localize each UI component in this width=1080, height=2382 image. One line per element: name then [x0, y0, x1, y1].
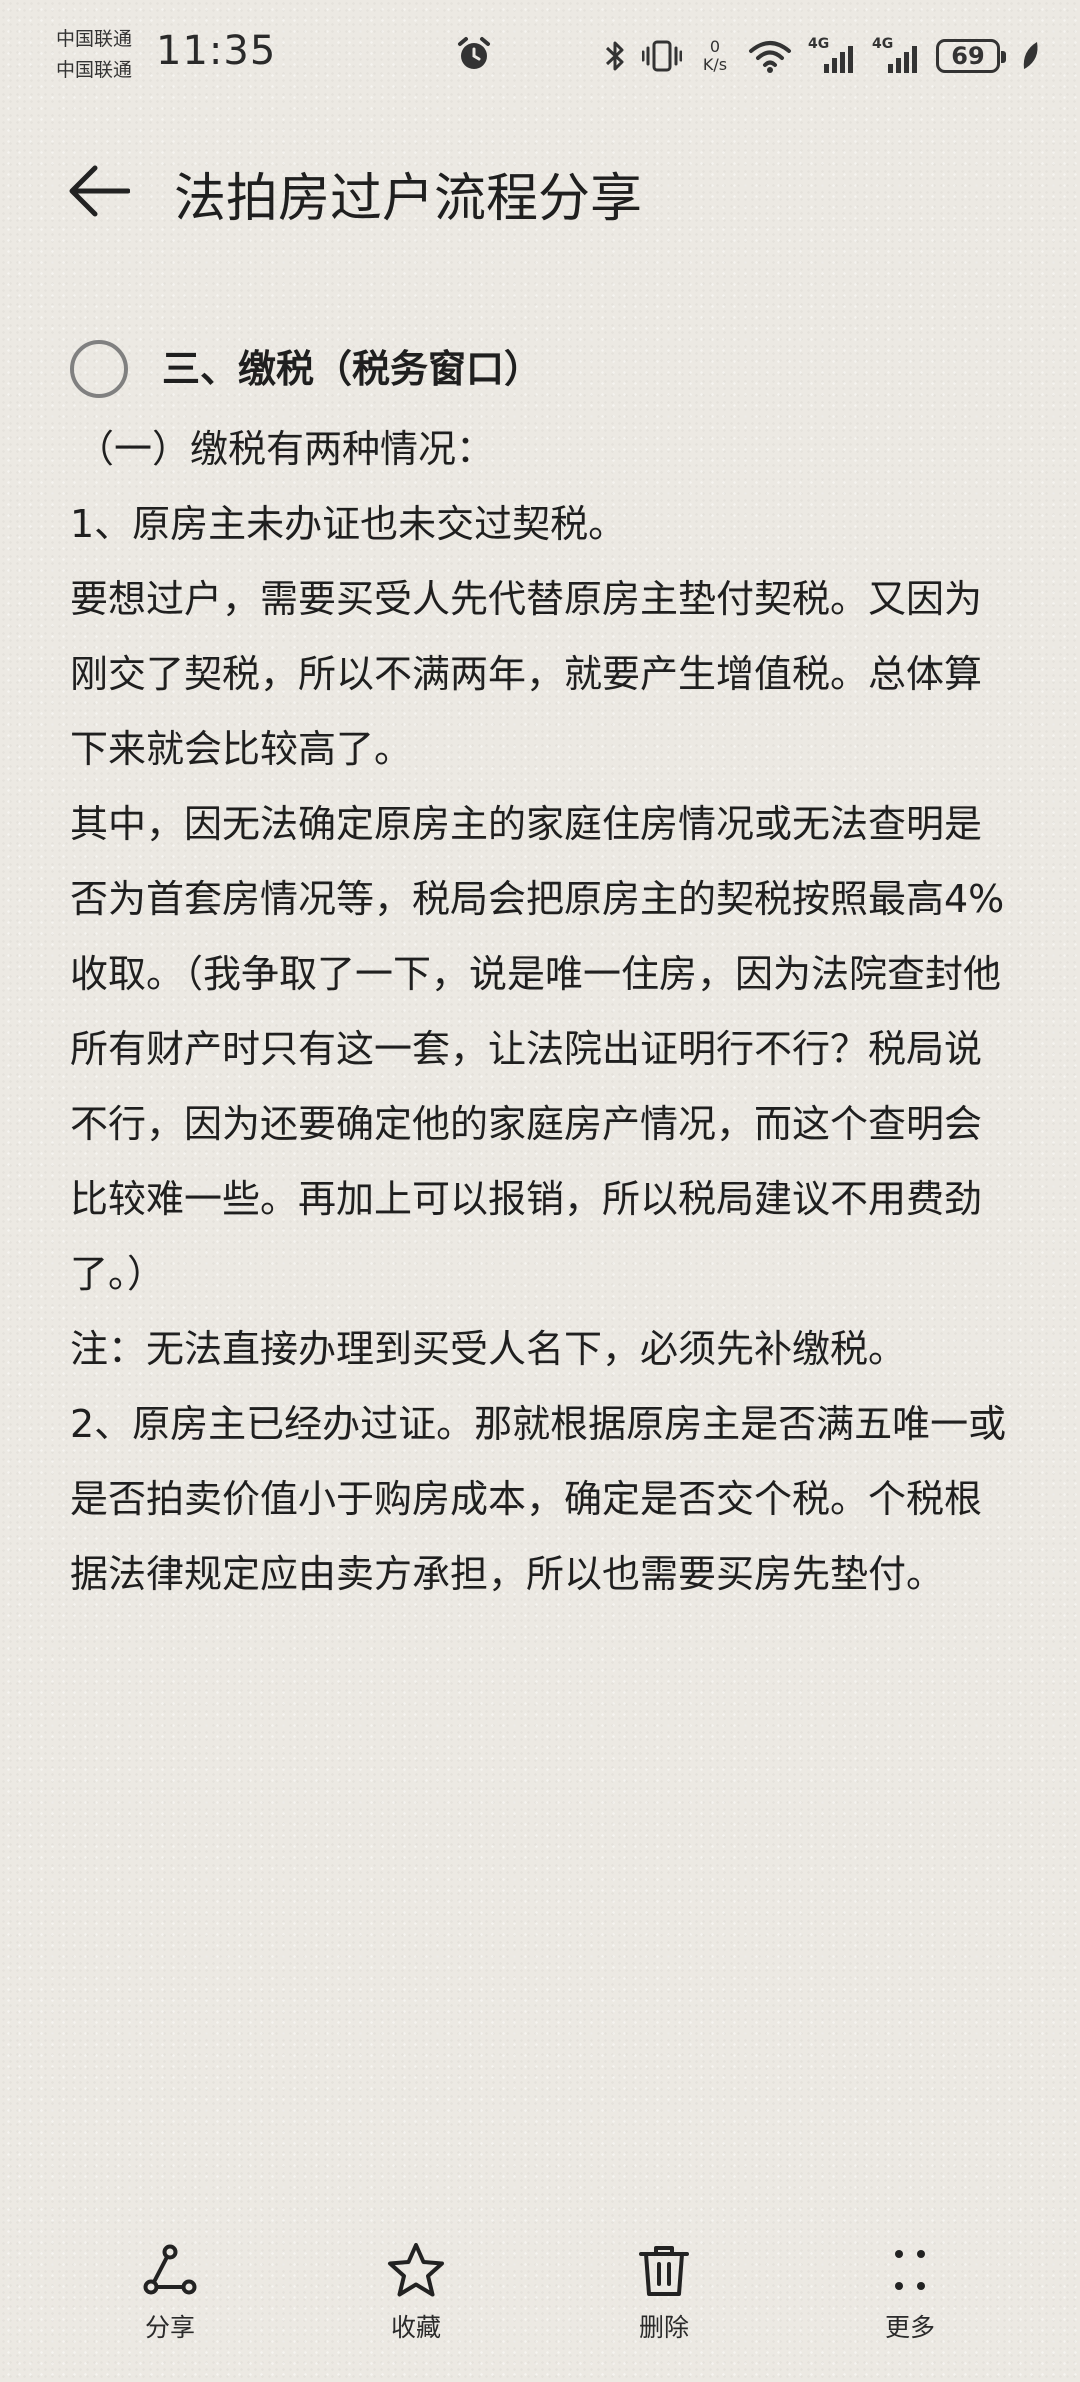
trash-icon: [639, 2246, 689, 2296]
app-header: 法拍房过户流程分享: [0, 130, 1080, 250]
more-label: 更多: [884, 2313, 935, 2342]
paragraph: 要想过户，需要买受人先代替原房主垫付契税。又因为刚交了契税，所以不满两年，就要产…: [70, 577, 983, 771]
paragraph: （一）缴税有两种情况：: [76, 427, 495, 471]
battery-icon: 69: [936, 39, 1006, 73]
paragraph: 注：无法直接办理到买受人名下，必须先补缴税。: [70, 1327, 907, 1371]
todo-checkbox[interactable]: [70, 340, 128, 398]
todo-label: 三、缴税（税务窗口）: [162, 347, 543, 391]
paragraph: 其中，因无法确定原房主的家庭住房情况或无法查明是否为首套房情况等，税局会把原房主…: [70, 802, 1005, 1296]
share-icon: [143, 2244, 197, 2295]
todo-item: 三、缴税（税务窗口）: [70, 330, 1015, 414]
bluetooth-icon: [605, 41, 624, 71]
signal-icon: 4G: [808, 36, 856, 76]
favorite-label: 收藏: [390, 2313, 441, 2342]
battery-level: 69: [951, 42, 985, 70]
status-time: 11:35: [156, 28, 277, 74]
network-speed-value: 0: [709, 37, 721, 56]
paragraph: 2、原房主已经办过证。那就根据原房主是否满五唯一或是否拍卖价值小于购房成本，确定…: [70, 1402, 1007, 1596]
network-speed-unit: K/s: [702, 55, 728, 74]
wifi-icon: [749, 41, 791, 73]
status-icons: 0 K/s 4G 4G 69: [604, 30, 1040, 82]
page-title: 法拍房过户流程分享: [174, 169, 643, 229]
status-bar: 中国联通 中国联通 11:35 0 K/s 4G 4G 69: [0, 0, 1080, 116]
star-icon: [388, 2243, 444, 2297]
bottom-toolbar: 分享 收藏 删除 更多: [0, 2240, 1080, 2360]
note-content[interactable]: 三、缴税（税务窗口） （一）缴税有两种情况： 1、原房主未办证也未交过契税。 要…: [70, 330, 1015, 1612]
carrier-1: 中国联通: [56, 28, 133, 50]
more-icon: [895, 2250, 925, 2290]
favorite-button[interactable]: 收藏: [336, 2240, 496, 2360]
carrier-2: 中国联通: [56, 59, 133, 81]
delete-button[interactable]: 删除: [584, 2240, 744, 2360]
network-speed: 0 K/s: [698, 38, 732, 74]
back-button[interactable]: [64, 160, 134, 222]
alarm-icon: [458, 37, 490, 69]
more-button[interactable]: 更多: [830, 2240, 990, 2360]
share-label: 分享: [144, 2313, 195, 2342]
leaf-icon: [1023, 42, 1038, 69]
back-arrow-icon: [69, 165, 130, 217]
note-body: （一）缴税有两种情况： 1、原房主未办证也未交过契税。 要想过户，需要买受人先代…: [70, 412, 1015, 1612]
vibrate-icon: [642, 40, 682, 72]
carrier-info: 中国联通 中国联通: [56, 24, 132, 86]
share-button[interactable]: 分享: [90, 2240, 250, 2360]
signal-icon: 4G: [872, 36, 920, 76]
paragraph: 1、原房主未办证也未交过契税。: [70, 502, 627, 546]
delete-label: 删除: [638, 2313, 689, 2342]
